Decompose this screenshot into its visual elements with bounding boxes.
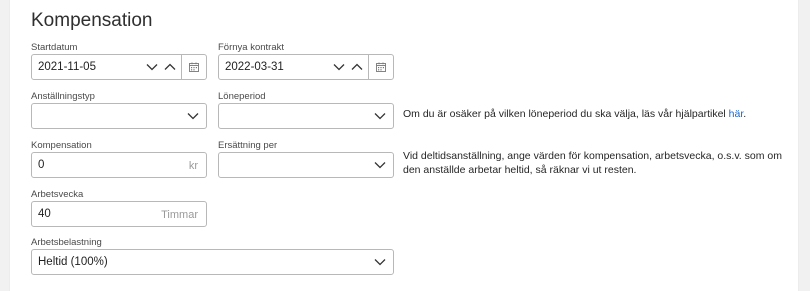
fornya-kontrakt-value: 2022-03-31 bbox=[225, 61, 284, 73]
kompensation-value: 0 bbox=[38, 159, 45, 171]
anstallningstyp-label: Anställningstyp bbox=[31, 91, 95, 102]
fornya-kontrakt-label: Förnya kontrakt bbox=[218, 42, 284, 53]
arbetsvecka-unit: Timmar bbox=[161, 209, 198, 221]
calendar-icon bbox=[189, 62, 199, 72]
arbetsbelastning-select[interactable]: Heltid (100%) bbox=[31, 249, 394, 275]
arbetsbelastning-value: Heltid (100%) bbox=[38, 256, 108, 268]
chevron-up-icon[interactable] bbox=[164, 63, 176, 71]
calendar-icon bbox=[376, 62, 386, 72]
deltid-help-text: Vid deltidsanställning, ange värden för … bbox=[403, 150, 782, 176]
anstallningstyp-select[interactable] bbox=[31, 103, 207, 129]
ersattning-per-label: Ersättning per bbox=[218, 140, 278, 151]
arbetsvecka-value: 40 bbox=[38, 208, 51, 220]
calendar-button[interactable] bbox=[368, 55, 393, 79]
arbetsbelastning-label: Arbetsbelastning bbox=[31, 237, 102, 248]
chevron-up-icon[interactable] bbox=[351, 63, 363, 71]
arbetsvecka-input[interactable]: 40 Timmar bbox=[31, 201, 207, 227]
section-title: Kompensation bbox=[31, 10, 153, 31]
help-article-link[interactable]: här bbox=[729, 108, 744, 120]
chevron-down-icon[interactable] bbox=[146, 63, 158, 71]
arbetsvecka-label: Arbetsvecka bbox=[31, 189, 84, 200]
loneperiod-select[interactable] bbox=[218, 103, 394, 129]
loneperiod-label: Löneperiod bbox=[218, 91, 266, 102]
kompensation-input[interactable]: 0 kr bbox=[31, 152, 207, 178]
fornya-kontrakt-field[interactable]: 2022-03-31 bbox=[218, 54, 394, 80]
chevron-down-icon bbox=[374, 258, 386, 266]
kompensation-label: Kompensation bbox=[31, 140, 92, 151]
startdatum-label: Startdatum bbox=[31, 42, 78, 53]
loneperiod-help-text: Om du är osäker på vilken löneperiod du … bbox=[403, 108, 747, 120]
chevron-down-icon bbox=[374, 161, 386, 169]
ersattning-per-select[interactable] bbox=[218, 152, 394, 178]
chevron-down-icon bbox=[374, 112, 386, 120]
startdatum-value: 2021-11-05 bbox=[38, 61, 96, 73]
chevron-down-icon[interactable] bbox=[333, 63, 345, 71]
kompensation-unit: kr bbox=[188, 160, 198, 172]
calendar-button[interactable] bbox=[181, 55, 206, 79]
startdatum-field[interactable]: 2021-11-05 bbox=[31, 54, 207, 80]
chevron-down-icon bbox=[187, 112, 199, 120]
compensation-card: Kompensation Startdatum 2021-11-05 Förny… bbox=[10, 0, 798, 291]
